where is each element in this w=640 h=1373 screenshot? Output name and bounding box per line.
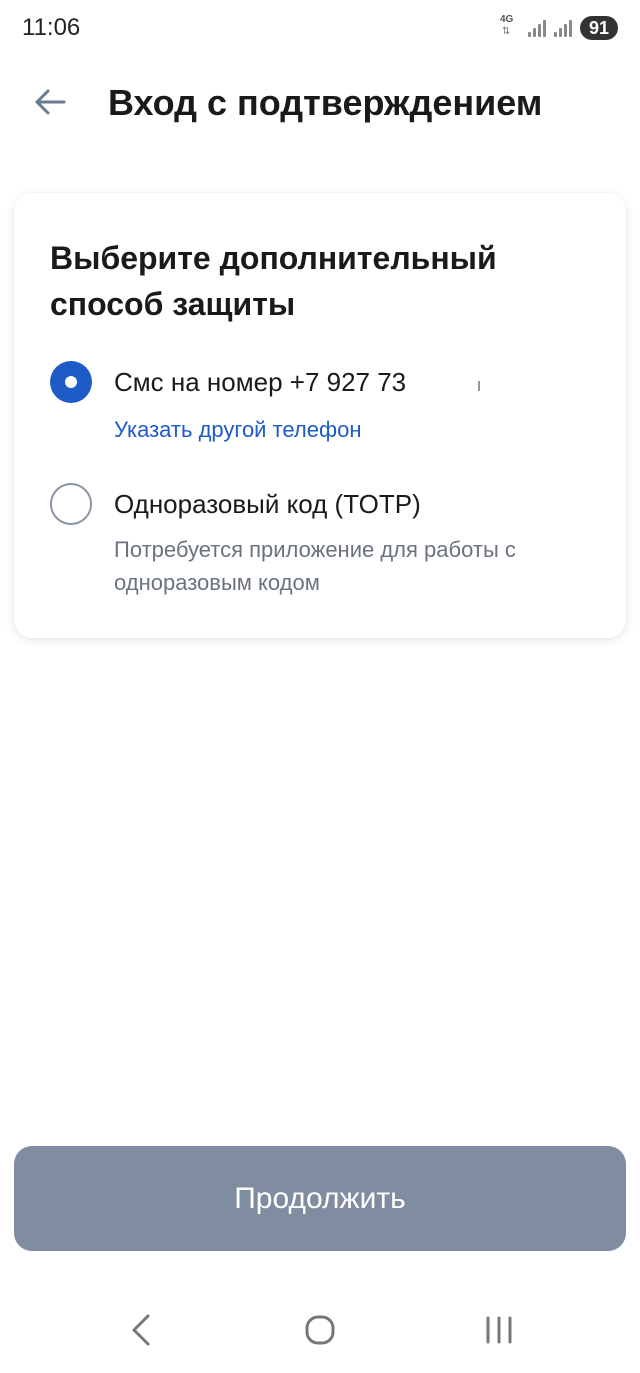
nav-recents-button[interactable]	[469, 1300, 529, 1360]
protection-method-card: Выберите дополнительный способ защиты См…	[14, 193, 626, 638]
arrow-left-icon	[35, 89, 66, 115]
nav-back-button[interactable]	[111, 1300, 171, 1360]
card-title: Выберите дополнительный способ защиты	[50, 240, 497, 322]
nav-home-icon	[305, 1315, 335, 1345]
nav-recents-icon	[486, 1316, 512, 1344]
signal-icon-sim2	[554, 19, 572, 37]
radio-totp-unchecked[interactable]	[50, 483, 92, 525]
screen: 11:06 4G ⇅ 91 Вход с подтверждением Выбе…	[0, 0, 640, 1373]
page-title: Вход с подтверждением	[108, 82, 543, 123]
status-time: 11:06	[22, 14, 81, 41]
back-button[interactable]	[28, 80, 72, 124]
option-sms-label: Смс на номер +7 927 73	[114, 365, 487, 400]
signal-icon	[528, 19, 546, 37]
nav-back-icon	[132, 1314, 150, 1346]
battery-badge: 91	[580, 16, 618, 40]
network-label: 4G	[500, 14, 514, 25]
change-phone-link[interactable]: Указать другой телефон	[114, 415, 361, 445]
option-totp-description: Потребуется приложение для работы с одно…	[114, 537, 516, 595]
masked-phone-number	[406, 369, 487, 400]
radio-sms-checked[interactable]	[50, 361, 92, 403]
nav-home-button[interactable]	[290, 1300, 350, 1360]
option-sms-label-text: Смс на номер +7 927 73	[114, 367, 407, 397]
network-4g-icon: 4G ⇅	[500, 15, 520, 41]
system-nav-bar	[0, 1290, 640, 1370]
status-bar: 11:06 4G ⇅ 91	[0, 0, 640, 56]
option-totp-label: Одноразовый код (TOTP)	[114, 489, 421, 519]
status-indicators: 4G ⇅ 91	[500, 14, 618, 42]
data-arrows-icon: ⇅	[502, 26, 511, 37]
continue-button[interactable]: Продолжить	[14, 1146, 626, 1251]
